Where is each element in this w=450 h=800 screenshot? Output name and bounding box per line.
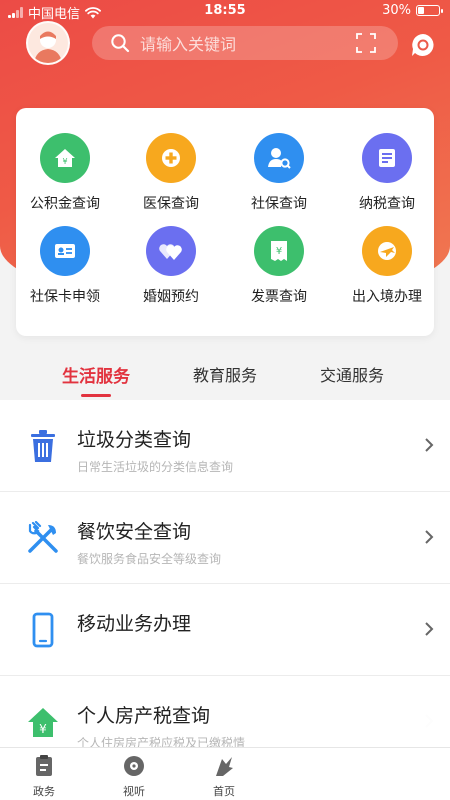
user-search-icon bbox=[254, 133, 304, 183]
tax-icon bbox=[362, 133, 412, 183]
list-item-food-safety[interactable]: 餐饮安全查询 餐饮服务食品安全等级查询 bbox=[0, 492, 450, 584]
nav-item-label: 首页 bbox=[213, 785, 235, 798]
tab-life[interactable]: 生活服务 bbox=[62, 362, 130, 387]
battery-percent: 30% bbox=[382, 3, 411, 18]
svg-text:¥: ¥ bbox=[62, 157, 67, 166]
service-label: 公积金查询 bbox=[30, 196, 100, 212]
service-label: 出入境办理 bbox=[352, 289, 422, 305]
chevron-right-icon bbox=[425, 438, 434, 452]
service-tabs: 生活服务 教育服务 交通服务 bbox=[0, 350, 450, 398]
battery-icon bbox=[416, 5, 443, 16]
list-item-title: 餐饮安全查询 bbox=[77, 521, 192, 543]
service-hunyin[interactable]: 婚姻预约 bbox=[116, 226, 226, 306]
list-item-subtitle: 餐饮服务食品安全等级查询 bbox=[77, 552, 222, 566]
status-bar: 中国电信 18:55 30% bbox=[0, 0, 450, 22]
search-placeholder[interactable]: 请输入关键词 bbox=[140, 31, 356, 55]
house-yuan-icon: ¥ bbox=[24, 704, 62, 740]
active-tab-indicator bbox=[81, 394, 111, 397]
message-icon[interactable] bbox=[410, 32, 436, 58]
mobile-phone-icon bbox=[24, 612, 62, 648]
clipboard-icon bbox=[36, 755, 52, 776]
tab-education[interactable]: 教育服务 bbox=[193, 362, 257, 386]
tab-transport[interactable]: 交通服务 bbox=[320, 362, 384, 386]
hearts-icon bbox=[146, 226, 196, 276]
service-gongjijin[interactable]: ¥ 公积金查询 bbox=[10, 133, 120, 213]
avatar[interactable] bbox=[26, 21, 70, 65]
list-item-garbage[interactable]: 垃圾分类查询 日常生活垃圾的分类信息查询 bbox=[0, 400, 450, 492]
disc-icon bbox=[124, 756, 144, 776]
chevron-right-icon bbox=[425, 530, 434, 544]
trash-can-icon bbox=[24, 428, 62, 464]
service-nashui[interactable]: 纳税查询 bbox=[332, 133, 442, 213]
service-fapiao[interactable]: ¥ 发票查询 bbox=[224, 226, 334, 306]
fork-knife-icon bbox=[24, 520, 62, 556]
search-bar[interactable]: 请输入关键词 bbox=[92, 26, 398, 60]
service-shebaoka[interactable]: 社保卡申领 bbox=[10, 226, 120, 306]
home-icon bbox=[216, 757, 233, 776]
service-label: 纳税查询 bbox=[359, 196, 415, 212]
list-item-mobile-business[interactable]: 移动业务办理 bbox=[0, 584, 450, 676]
nav-item-zhengwu[interactable]: 政务 bbox=[14, 755, 74, 799]
service-label: 医保查询 bbox=[143, 196, 199, 212]
id-card-icon bbox=[40, 226, 90, 276]
search-icon bbox=[111, 34, 130, 53]
services-card: ¥ 公积金查询 医保查询 社保查询 纳税查询 社保卡申领 婚姻预约 ¥ 发票查询… bbox=[16, 108, 434, 336]
service-label: 社保卡申领 bbox=[30, 289, 100, 305]
nav-item-shiting[interactable]: 视听 bbox=[104, 755, 164, 799]
service-yibao[interactable]: 医保查询 bbox=[116, 133, 226, 213]
scan-icon[interactable] bbox=[356, 33, 376, 53]
service-shebao[interactable]: 社保查询 bbox=[224, 133, 334, 213]
chevron-right-icon bbox=[425, 622, 434, 636]
nav-item-home[interactable]: 首页 bbox=[194, 755, 254, 799]
list-item-title: 垃圾分类查询 bbox=[77, 429, 192, 451]
nav-item-label: 视听 bbox=[123, 785, 145, 798]
house-yuan-icon: ¥ bbox=[40, 133, 90, 183]
service-label: 婚姻预约 bbox=[143, 289, 199, 305]
medical-cross-icon bbox=[146, 133, 196, 183]
watermark-fade bbox=[250, 695, 450, 747]
service-churujing[interactable]: 出入境办理 bbox=[332, 226, 442, 306]
list-item-subtitle: 日常生活垃圾的分类信息查询 bbox=[77, 460, 234, 474]
bottom-navigation: 政务 视听 首页 bbox=[0, 747, 450, 800]
svg-text:¥: ¥ bbox=[39, 722, 47, 736]
service-label: 社保查询 bbox=[251, 196, 307, 212]
airplane-globe-icon bbox=[362, 226, 412, 276]
list-item-title: 个人房产税查询 bbox=[77, 705, 211, 727]
receipt-icon: ¥ bbox=[254, 226, 304, 276]
nav-item-label: 政务 bbox=[33, 785, 55, 798]
list-item-title: 移动业务办理 bbox=[77, 613, 192, 635]
service-label: 发票查询 bbox=[251, 289, 307, 305]
svg-text:¥: ¥ bbox=[276, 246, 282, 257]
